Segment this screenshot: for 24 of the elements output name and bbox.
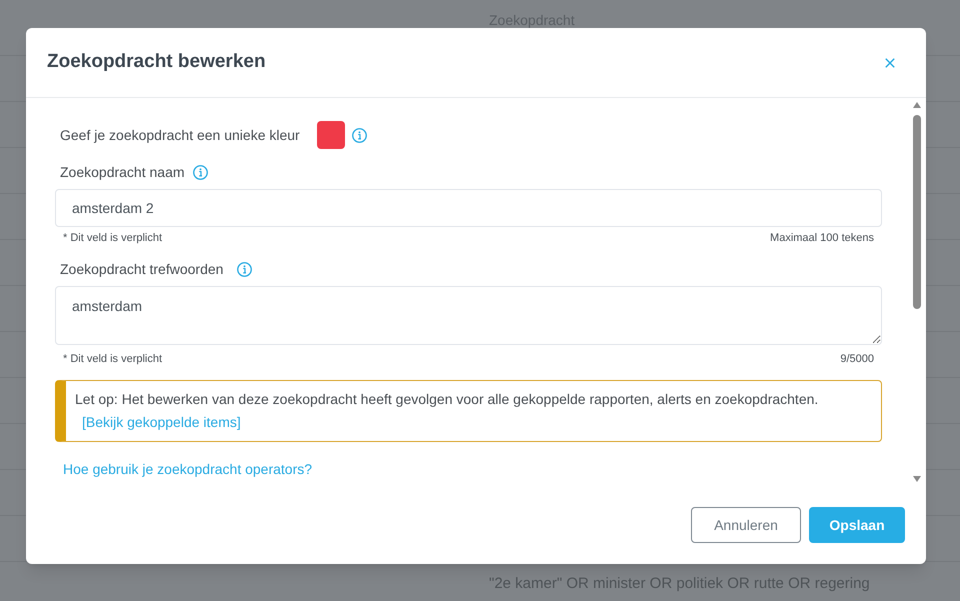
operators-help-link[interactable]: Hoe gebruik je zoekopdracht operators?	[63, 459, 312, 479]
scrollbar-thumb[interactable]	[913, 115, 921, 309]
color-swatch[interactable]	[316, 121, 345, 149]
field-label: Zoekopdracht naam	[60, 163, 185, 182]
scroll-down-arrow-icon[interactable]	[913, 476, 921, 482]
info-icon[interactable]	[352, 128, 367, 142]
close-icon	[885, 58, 895, 68]
linked-items-link[interactable]: [Bekijk gekoppelde items]	[82, 411, 241, 434]
keywords-text-area[interactable]: amsterdam	[55, 286, 882, 345]
dialog-title: Zoekopdracht bewerken	[47, 50, 266, 74]
info-icon[interactable]	[192, 164, 208, 180]
info-icon[interactable]	[237, 262, 252, 276]
save-button[interactable]: Opslaan	[809, 507, 905, 543]
character-limit: Maximaal 100 tekens	[770, 231, 874, 245]
cancel-button[interactable]: Annuleren	[691, 507, 801, 543]
character-limit: 9/5000	[840, 352, 874, 366]
required-note: * Dit veld is verplicht	[63, 231, 162, 245]
name-input-field[interactable]: amsterdam 2	[55, 189, 882, 227]
field-label: Zoekopdracht trefwoorden	[60, 260, 224, 279]
warning-text: Let op: Het bewerken van deze zoekopdracht heeft gevolgen voor alle gekoppelde rapporten, alerts en zoekopdrachten.	[75, 390, 820, 409]
required-note: * Dit veld is verplicht	[63, 352, 162, 366]
close-button[interactable]	[884, 56, 896, 68]
color-label: Geef je zoekopdracht een unieke kleur	[60, 126, 300, 145]
scroll-up-arrow-icon[interactable]	[913, 102, 921, 108]
